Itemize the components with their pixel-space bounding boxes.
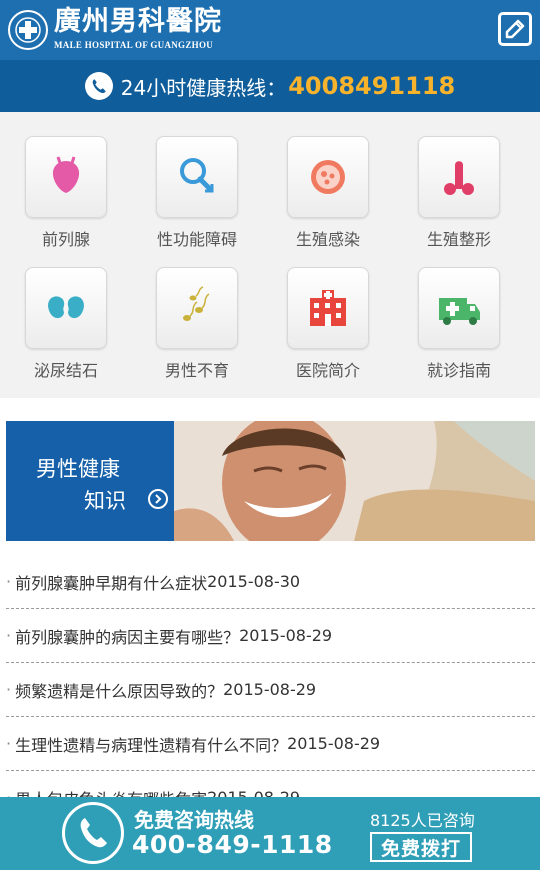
category-tile[interactable] — [25, 136, 107, 218]
hotline-label: 24小时健康热线： — [120, 75, 287, 100]
banner-text-panel: 男性健康 知识 — [6, 421, 174, 541]
list-item[interactable]: · 前列腺囊肿早期有什么症状 2015-08-30 — [6, 555, 535, 609]
category-urinary-stone[interactable]: 泌尿结石 — [16, 267, 116, 381]
health-knowledge-banner[interactable]: 男性健康 知识 — [6, 421, 535, 541]
article-title[interactable]: 频繁遗精是什么原因导致的？ — [15, 678, 223, 702]
category-reproductive-plastic[interactable]: 生殖整形 — [409, 136, 509, 250]
kidney-icon — [48, 296, 84, 319]
category-tile[interactable] — [156, 136, 238, 218]
article-date: 2015-08-29 — [239, 626, 333, 645]
category-tile[interactable] — [418, 136, 500, 218]
hospital-emblem-icon[interactable] — [8, 10, 48, 50]
consult-count: 8125人已咨询 — [370, 811, 475, 830]
article-title[interactable]: 前列腺囊肿的病因主要有哪些？ — [15, 624, 239, 648]
hospital-name-english: MALE HOSPITAL OF GUANGZHOU — [54, 40, 214, 50]
banner-photo — [174, 421, 535, 541]
category-tile[interactable] — [287, 136, 369, 218]
list-item[interactable]: · 频繁遗精是什么原因导致的？ 2015-08-29 — [6, 663, 535, 717]
free-consult-number[interactable]: 400-849-1118 — [132, 830, 333, 859]
category-reproductive-infection[interactable]: 生殖感染 — [278, 136, 378, 250]
category-tile[interactable] — [287, 267, 369, 349]
ambulance-icon — [439, 298, 480, 325]
hotline-number[interactable]: 4008491118 — [288, 72, 455, 100]
article-date: 2015-08-29 — [287, 734, 381, 753]
category-label: 就诊指南 — [426, 361, 491, 380]
reproductive-organ-icon — [444, 161, 474, 195]
category-label: 医院简介 — [295, 361, 360, 380]
free-consult-label: 免费咨询热线 — [134, 808, 254, 832]
article-date: 2015-08-30 — [207, 572, 301, 591]
app-header: 廣州男科醫院 MALE HOSPITAL OF GUANGZHOU — [0, 0, 540, 60]
category-tile[interactable] — [418, 267, 500, 349]
phone-icon — [84, 72, 113, 100]
category-infertility[interactable]: 男性不育 — [147, 267, 247, 381]
bullet: · — [6, 626, 12, 645]
sperm-magnifier-icon — [180, 158, 214, 193]
bullet: · — [6, 680, 12, 699]
list-item[interactable]: · 生理性遗精与病理性遗精有什么不同？ 2015-08-29 — [6, 717, 535, 771]
edit-icon[interactable] — [498, 12, 532, 46]
category-prostate[interactable]: 前列腺 — [16, 136, 116, 250]
list-item[interactable]: · 前列腺囊肿的病因主要有哪些？ 2015-08-29 — [6, 609, 535, 663]
category-label: 男性不育 — [164, 361, 229, 380]
category-tile[interactable] — [156, 267, 238, 349]
category-label: 性功能障碍 — [156, 230, 237, 249]
bullet: · — [6, 734, 12, 753]
category-hospital-intro[interactable]: 医院简介 — [278, 267, 378, 381]
category-grid: 前列腺 性功能障碍 生殖感染 生殖整形 泌尿结石 男性不育 医院简介 就诊指南 — [0, 112, 540, 398]
article-date: 2015-08-29 — [223, 680, 317, 699]
chevron-right-circle-icon[interactable] — [148, 489, 168, 509]
category-label: 泌尿结石 — [33, 361, 98, 380]
page: 廣州男科醫院 MALE HOSPITAL OF GUANGZHOU 24小时健康… — [0, 0, 540, 870]
category-label: 生殖整形 — [426, 230, 491, 249]
category-sexual-dysfunction[interactable]: 性功能障碍 — [147, 136, 247, 250]
category-visit-guide[interactable]: 就诊指南 — [409, 267, 509, 381]
phone-handset-icon[interactable] — [62, 802, 124, 864]
category-label: 生殖感染 — [295, 230, 360, 249]
free-call-button[interactable]: 免费拨打 — [370, 832, 472, 862]
free-consult-bar: 免费咨询热线 400-849-1118 8125人已咨询 免费拨打 — [0, 797, 540, 870]
hospital-building-icon — [310, 290, 346, 326]
hotline-bar[interactable]: 24小时健康热线： 4008491118 — [0, 60, 540, 112]
virus-cell-icon — [311, 160, 345, 194]
category-tile[interactable] — [25, 267, 107, 349]
category-label: 前列腺 — [41, 230, 90, 249]
article-title[interactable]: 生理性遗精与病理性遗精有什么不同？ — [15, 732, 287, 756]
banner-title-line2: 知识 — [84, 489, 126, 513]
bullet: · — [6, 572, 12, 591]
hospital-name[interactable]: 廣州男科醫院 — [54, 6, 222, 38]
sperm-icon — [183, 286, 210, 321]
banner-title-line1: 男性健康 — [36, 457, 120, 481]
prostate-icon — [52, 156, 80, 193]
article-title[interactable]: 前列腺囊肿早期有什么症状 — [15, 570, 207, 594]
article-list: · 前列腺囊肿早期有什么症状 2015-08-30 · 前列腺囊肿的病因主要有哪些？ 2… — [6, 555, 535, 825]
